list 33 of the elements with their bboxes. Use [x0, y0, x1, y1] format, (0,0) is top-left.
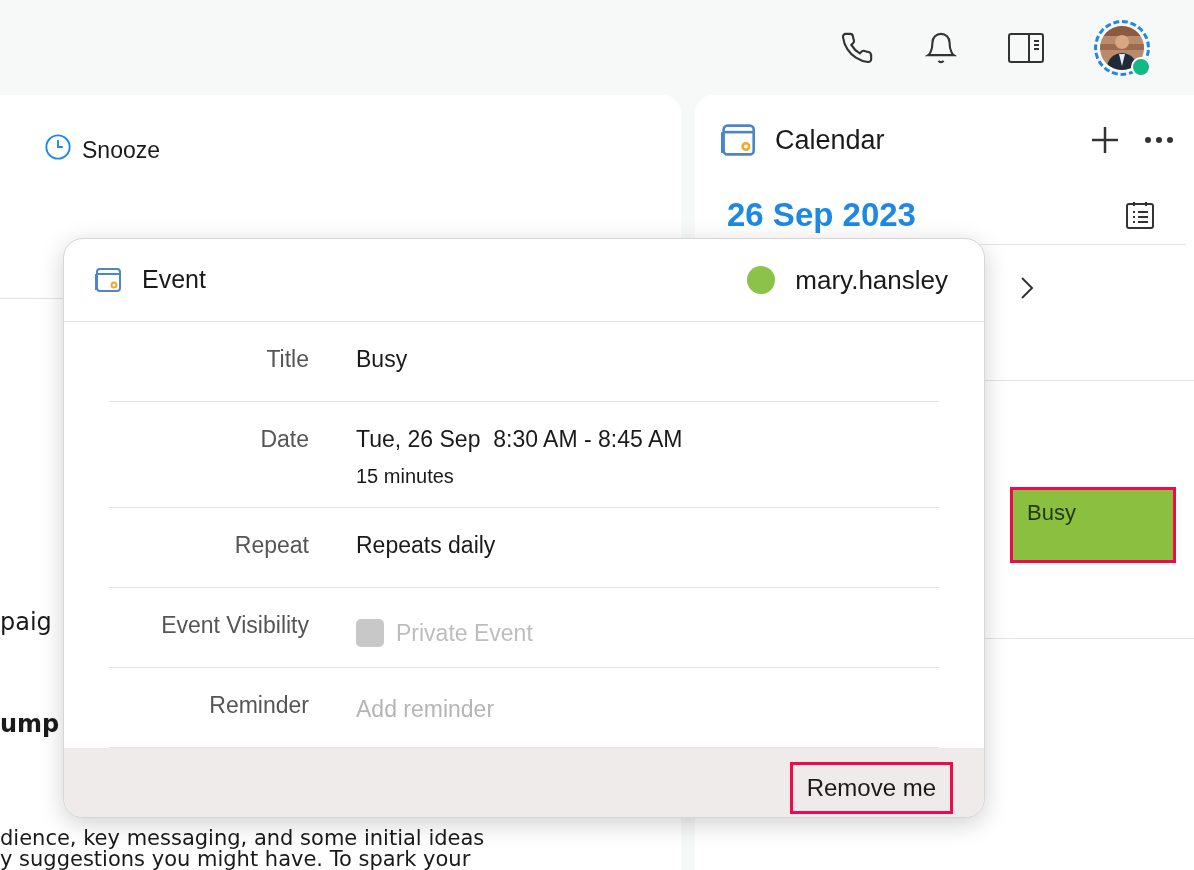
calendar-date[interactable]: 26 Sep 2023: [727, 189, 1126, 240]
message-text: ump: [0, 709, 60, 740]
calendar-title: Calendar: [775, 123, 886, 157]
date-value: Tue, 26 Sep 8:30 AM - 8:45 AM: [356, 425, 683, 454]
field-label: Title: [265, 345, 309, 374]
reminder-field[interactable]: Add reminder: [356, 692, 656, 727]
field-value: Busy: [356, 345, 408, 374]
message-text: paig: [0, 607, 52, 638]
chevron-right-icon[interactable]: [1020, 275, 1034, 300]
clock-icon[interactable]: [44, 133, 72, 161]
more-icon[interactable]: [1144, 136, 1174, 144]
field-label: Repeat: [233, 531, 309, 560]
message-text: y suggestions you might have. To spark your: [0, 849, 471, 870]
popover-title: Event: [142, 264, 207, 296]
field-label: Date: [259, 425, 309, 454]
calendar-icon: [94, 267, 122, 293]
side-panel-icon[interactable]: [1008, 32, 1044, 63]
snooze-label[interactable]: Snooze: [82, 133, 160, 168]
bell-icon[interactable]: [924, 30, 958, 65]
calendar-icon: [719, 123, 757, 157]
organizer-name: mary.hansley: [795, 263, 948, 297]
checkbox-label: Private Event: [396, 619, 533, 648]
message-text: dience, key messaging, and some initial ideas: [0, 828, 485, 849]
agenda-icon[interactable]: [1126, 200, 1154, 229]
field-label: Event Visibility: [160, 611, 309, 640]
duration-text: 15 minutes: [356, 463, 455, 489]
phone-icon[interactable]: [840, 30, 874, 65]
remove-me-button[interactable]: Remove me: [789, 762, 953, 814]
field-label: Reminder: [208, 691, 309, 720]
field-value: Repeats daily: [356, 531, 496, 560]
calendar-event[interactable]: Busy: [1010, 487, 1176, 563]
add-icon[interactable]: [1090, 125, 1120, 155]
user-avatar[interactable]: [1094, 19, 1150, 76]
